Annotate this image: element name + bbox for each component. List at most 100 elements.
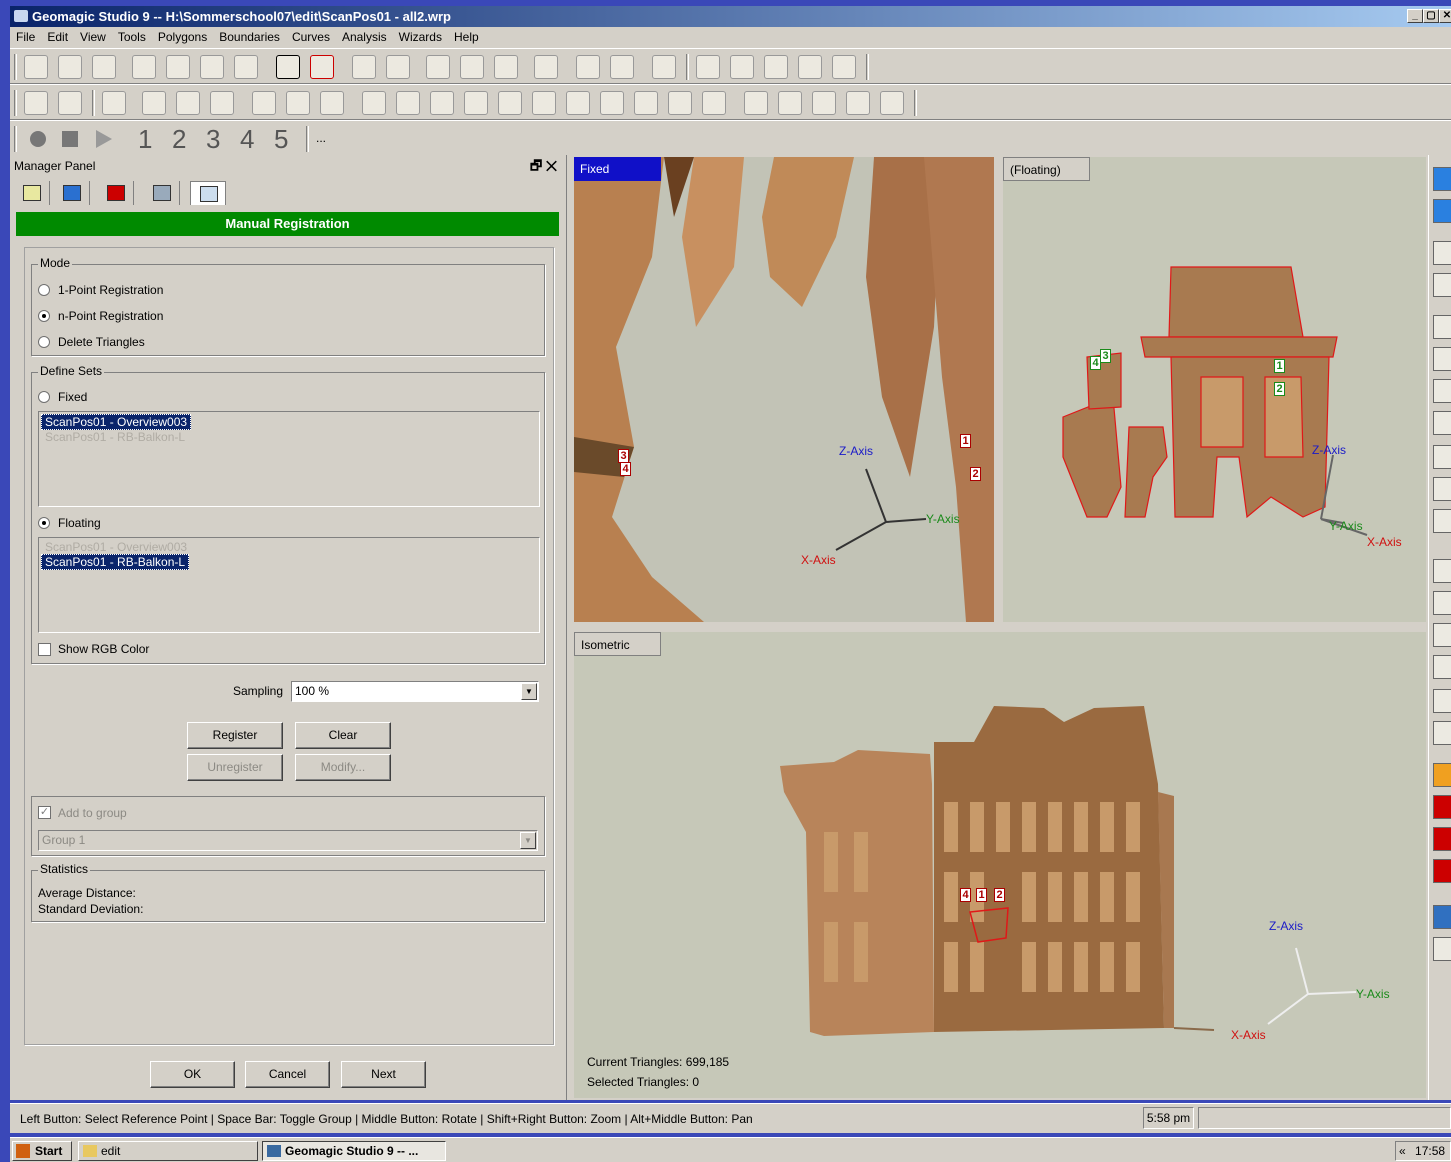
- iso-marker-1[interactable]: 1: [976, 888, 987, 902]
- view-blue-icon[interactable]: [1433, 167, 1451, 191]
- poly-select-icon[interactable]: [1433, 721, 1451, 745]
- tab-display[interactable]: [54, 181, 90, 205]
- fixed-item-selected[interactable]: ScanPos01 - Overview003: [41, 414, 192, 430]
- stack-icon[interactable]: [744, 91, 768, 115]
- box-icon[interactable]: [352, 55, 376, 79]
- boxes-icon[interactable]: [386, 55, 410, 79]
- branch-icon[interactable]: [252, 91, 276, 115]
- cube-top-icon[interactable]: [1433, 315, 1451, 339]
- zoom-fit-icon[interactable]: [494, 55, 518, 79]
- shade-icon[interactable]: [320, 91, 344, 115]
- macro-3[interactable]: 3: [206, 125, 220, 153]
- arrow-icon[interactable]: [764, 55, 788, 79]
- radio-1-point[interactable]: [38, 284, 50, 296]
- burst-icon[interactable]: [880, 91, 904, 115]
- menu-boundaries[interactable]: Boundaries: [213, 27, 286, 48]
- fixed-marker-3[interactable]: 3: [618, 449, 629, 463]
- close-button[interactable]: ✕: [1439, 9, 1451, 23]
- pulse-icon[interactable]: [812, 91, 836, 115]
- radio-delete-triangles[interactable]: [38, 336, 50, 348]
- capture-icon[interactable]: [1433, 905, 1451, 929]
- cross-icon[interactable]: [102, 91, 126, 115]
- dot-icon[interactable]: [798, 55, 822, 79]
- unregister-button[interactable]: Unregister: [187, 754, 283, 781]
- isometric-viewport[interactable]: Isometric 4 1 2 Z-Axis Y-Axis X-Axis Cur…: [574, 632, 1426, 1098]
- layer-flip-icon[interactable]: [1433, 859, 1451, 883]
- group-select[interactable]: Group 1 ▼: [38, 830, 538, 851]
- macro-1[interactable]: 1: [138, 125, 152, 153]
- radio-floating[interactable]: [38, 517, 50, 529]
- panel-controls[interactable]: 🗗 ✕: [530, 157, 557, 179]
- cube-right-icon[interactable]: [1433, 411, 1451, 435]
- sphere-icon[interactable]: [430, 91, 454, 115]
- export-icon[interactable]: [652, 55, 676, 79]
- macro-5[interactable]: 5: [274, 125, 288, 153]
- cube-front-icon[interactable]: [1433, 445, 1451, 469]
- bucket-icon[interactable]: [668, 91, 692, 115]
- tab-model-tree[interactable]: [14, 181, 50, 205]
- polygon-icon[interactable]: [166, 55, 190, 79]
- minimize-button[interactable]: _: [1407, 9, 1423, 23]
- color-icon[interactable]: [1433, 763, 1451, 787]
- open-icon[interactable]: [58, 55, 82, 79]
- iso-marker-4[interactable]: 4: [960, 888, 971, 902]
- solid-icon[interactable]: [396, 91, 420, 115]
- brush-select-icon[interactable]: [1433, 655, 1451, 679]
- macro-2[interactable]: 2: [172, 125, 186, 153]
- no-icon[interactable]: [832, 55, 856, 79]
- next-button[interactable]: Next: [341, 1061, 426, 1088]
- line-select-icon[interactable]: [1433, 623, 1451, 647]
- floating-viewport[interactable]: (Floating) Z-Axis Y-Axis X-Axis 4 3 1 2: [1003, 157, 1426, 622]
- fixed-marker-2[interactable]: 2: [970, 467, 981, 481]
- menu-tools[interactable]: Tools: [112, 27, 152, 48]
- camera-icon[interactable]: [576, 55, 600, 79]
- add-to-group-checkbox[interactable]: ✓: [38, 806, 51, 819]
- fill-icon[interactable]: [498, 91, 522, 115]
- rotate-icon[interactable]: [276, 55, 300, 79]
- box-x-icon[interactable]: [566, 91, 590, 115]
- menu-edit[interactable]: Edit: [41, 27, 74, 48]
- zoom-out-icon[interactable]: [460, 55, 484, 79]
- taskbar-item-edit[interactable]: edit: [78, 1141, 258, 1161]
- cube-arrow-icon[interactable]: [634, 91, 658, 115]
- floating-item-selected[interactable]: ScanPos01 - RB-Balkon-L: [41, 554, 190, 570]
- spray-icon[interactable]: [210, 91, 234, 115]
- clear-button[interactable]: Clear: [295, 722, 391, 749]
- radio-n-point[interactable]: [38, 310, 50, 322]
- ok-button[interactable]: OK: [150, 1061, 235, 1088]
- chevron-down-icon[interactable]: ▼: [521, 683, 537, 700]
- start-button[interactable]: Start: [12, 1141, 72, 1161]
- fixed-marker-4[interactable]: 4: [620, 462, 631, 476]
- macro-4[interactable]: 4: [240, 125, 254, 153]
- lasso-icon[interactable]: [1433, 689, 1451, 713]
- register-button[interactable]: Register: [187, 722, 283, 749]
- refresh-icon[interactable]: [1433, 937, 1451, 961]
- taskbar-item-geomagic[interactable]: Geomagic Studio 9 -- ...: [262, 1141, 446, 1161]
- pencil-icon[interactable]: [534, 55, 558, 79]
- slash-box-icon[interactable]: [600, 91, 624, 115]
- noise-icon[interactable]: [846, 91, 870, 115]
- grid-icon[interactable]: [286, 91, 310, 115]
- modify-button[interactable]: Modify...: [295, 754, 391, 781]
- camera-plus-icon[interactable]: [610, 55, 634, 79]
- group-chevron-down-icon[interactable]: ▼: [520, 832, 536, 849]
- shaded-cube-icon[interactable]: [200, 55, 224, 79]
- menu-help[interactable]: Help: [448, 27, 485, 48]
- tray-chevron[interactable]: «: [1399, 1144, 1406, 1158]
- iso-marker-2[interactable]: 2: [994, 888, 1005, 902]
- stop-icon[interactable]: [62, 131, 78, 147]
- play-icon[interactable]: [96, 130, 112, 148]
- cube-back-icon[interactable]: [1433, 477, 1451, 501]
- brush-icon[interactable]: [702, 91, 726, 115]
- frame-icon[interactable]: [24, 91, 48, 115]
- radio-fixed[interactable]: [38, 391, 50, 403]
- menu-curves[interactable]: Curves: [286, 27, 336, 48]
- stairs-icon[interactable]: [532, 91, 556, 115]
- maximize-button[interactable]: ▢: [1423, 9, 1439, 23]
- floating-marker-2[interactable]: 2: [1274, 382, 1285, 396]
- view-front-icon[interactable]: [1433, 199, 1451, 223]
- sampling-select[interactable]: 100 % ▼: [291, 681, 539, 702]
- menu-analysis[interactable]: Analysis: [336, 27, 393, 48]
- hourglass-icon[interactable]: [234, 55, 258, 79]
- fixed-marker-1[interactable]: 1: [960, 434, 971, 448]
